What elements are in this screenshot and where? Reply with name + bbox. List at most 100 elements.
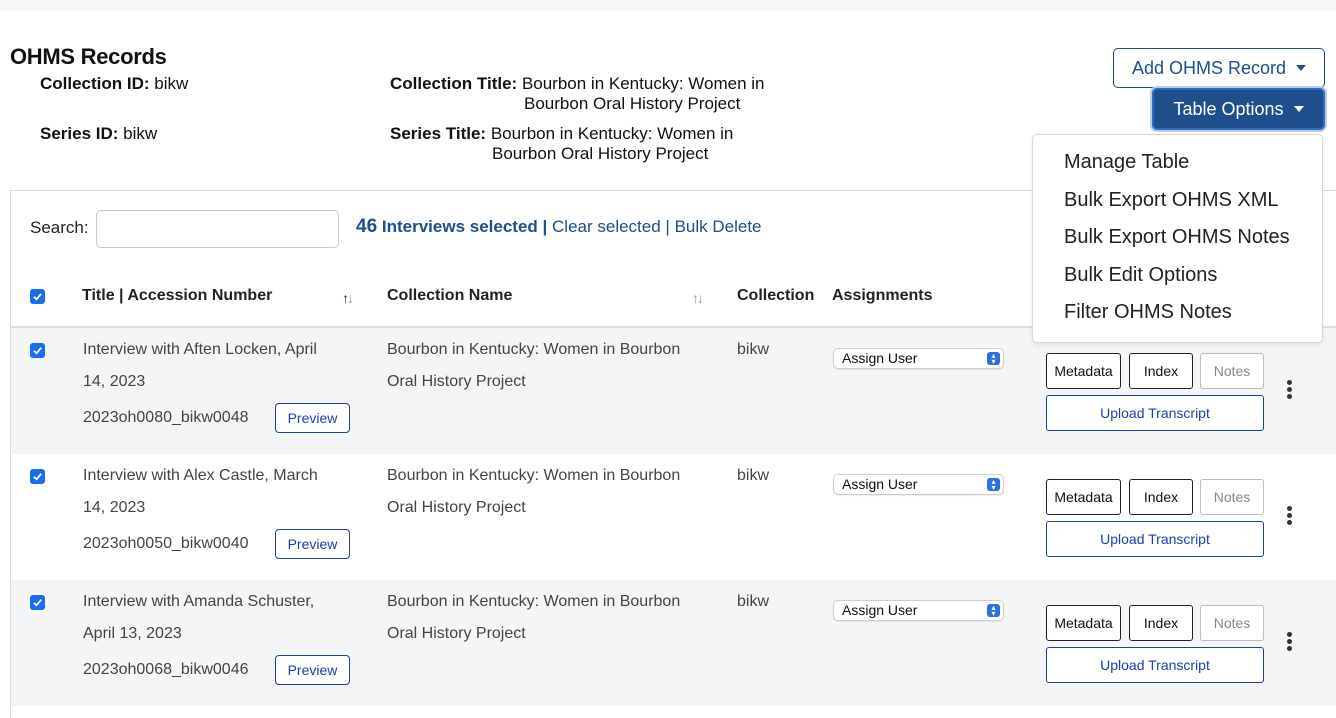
search-input[interactable] — [96, 210, 339, 248]
menu-item-bulk-edit-options[interactable]: Bulk Edit Options — [1033, 257, 1322, 295]
metadata-button[interactable]: Metadata — [1046, 479, 1121, 515]
notes-button[interactable]: Notes — [1200, 353, 1264, 389]
row-collection-name: Bourbon in Kentucky: Women in Bourbon Or… — [387, 334, 680, 398]
table-row: Interview with Alex Castle, March 14, 20… — [11, 454, 1336, 580]
sort-arrows-icon[interactable]: ↑↓ — [692, 290, 704, 306]
notes-button[interactable]: Notes — [1200, 605, 1264, 641]
row-collection-name-line2: Oral History Project — [387, 499, 526, 516]
row-accession: 2023oh0080_bikw0048 — [83, 409, 249, 426]
menu-item-bulk-export-notes[interactable]: Bulk Export OHMS Notes — [1033, 219, 1322, 257]
collection-title-label: Collection Title: — [390, 74, 518, 93]
row-title: Interview with Alex Castle, March 14, 20… — [83, 460, 348, 524]
upload-transcript-button[interactable]: Upload Transcript — [1046, 521, 1264, 557]
assign-user-value: Assign User — [842, 602, 918, 618]
series-title-label: Series Title: — [390, 124, 487, 143]
series-id-label: Series ID: — [40, 124, 119, 143]
search-label: Search: — [30, 218, 89, 237]
table-row: Interview with Amanda Schuster, April 13… — [11, 580, 1336, 706]
collection-id: Collection ID: bikw — [40, 74, 188, 94]
caret-down-icon — [1293, 106, 1304, 112]
select-arrows-icon: ▴ ▾ — [987, 604, 1000, 618]
column-header-collection[interactable]: Collection — [737, 287, 814, 305]
bulk-delete-link[interactable]: Bulk Delete — [675, 217, 762, 236]
row-checkbox[interactable] — [30, 595, 45, 610]
row-accession: 2023oh0050_bikw0040 — [83, 535, 249, 552]
kebab-menu-icon[interactable] — [1287, 380, 1293, 400]
clear-selected-link[interactable]: Clear selected — [552, 217, 661, 236]
check-icon — [33, 293, 42, 301]
row-collection-name: Bourbon in Kentucky: Women in Bourbon Or… — [387, 460, 680, 524]
column-header-collection-name[interactable]: Collection Name — [387, 287, 512, 305]
row-checkbox[interactable] — [30, 469, 45, 484]
collection-title-line2: Bourbon Oral History Project — [524, 94, 741, 113]
row-title-line2: April 13, 2023 — [83, 625, 182, 642]
page-title: OHMS Records — [10, 44, 167, 69]
selected-text: Interviews selected | — [381, 217, 548, 236]
row-collection-name-line2: Oral History Project — [387, 625, 526, 642]
selected-count: 46 — [356, 216, 378, 237]
kebab-menu-icon[interactable] — [1287, 506, 1293, 526]
row-collection-name-line1: Bourbon in Kentucky: Women in Bourbon — [387, 467, 681, 484]
series-title: Series Title: Bourbon in Kentucky: Women… — [390, 124, 733, 164]
series-title-line1: Bourbon in Kentucky: Women in — [490, 124, 734, 143]
sort-arrows-icon[interactable]: ↑↓ — [342, 290, 354, 306]
menu-item-manage-table[interactable]: Manage Table — [1033, 144, 1322, 182]
assign-user-select[interactable]: Assign User ▴ ▾ — [833, 600, 1004, 621]
row-collection-name-line1: Bourbon in Kentucky: Women in Bourbon — [387, 341, 681, 358]
row-checkbox[interactable] — [30, 343, 45, 358]
row-title-line1: Interview with Alex Castle, March — [83, 467, 318, 484]
separator: | — [665, 217, 670, 236]
column-header-title[interactable]: Title | Accession Number — [82, 287, 272, 305]
table-options-label: Table Options — [1173, 98, 1284, 119]
caret-down-icon — [1296, 65, 1307, 71]
row-title-line2: 14, 2023 — [83, 499, 146, 516]
row-title-line1: Interview with Amanda Schuster, — [83, 593, 315, 610]
upload-transcript-button[interactable]: Upload Transcript — [1046, 395, 1264, 431]
notes-button[interactable]: Notes — [1200, 479, 1264, 515]
preview-button[interactable]: Preview — [275, 529, 350, 559]
row-collection: bikw — [737, 593, 770, 610]
row-accession: 2023oh0068_bikw0046 — [83, 661, 249, 678]
top-strip — [0, 0, 1336, 11]
column-header-assignments[interactable]: Assignments — [832, 287, 932, 305]
table-row: Interview with Aften Locken, April 14, 2… — [11, 328, 1336, 454]
table-options-button[interactable]: Table Options — [1152, 88, 1325, 130]
index-button[interactable]: Index — [1129, 353, 1193, 389]
assign-user-select[interactable]: Assign User ▴ ▾ — [833, 348, 1004, 369]
assign-user-value: Assign User — [842, 476, 918, 492]
preview-button[interactable]: Preview — [275, 403, 350, 433]
metadata-button[interactable]: Metadata — [1046, 605, 1121, 641]
row-title: Interview with Aften Locken, April 14, 2… — [83, 334, 348, 398]
assign-user-value: Assign User — [842, 350, 918, 366]
menu-item-filter-notes[interactable]: Filter OHMS Notes — [1033, 294, 1322, 332]
select-all-checkbox[interactable] — [30, 289, 45, 304]
select-arrows-icon: ▴ ▾ — [987, 352, 1000, 366]
index-button[interactable]: Index — [1129, 605, 1193, 641]
check-icon — [33, 473, 42, 481]
row-collection: bikw — [737, 467, 770, 484]
menu-item-bulk-export-xml[interactable]: Bulk Export OHMS XML — [1033, 182, 1322, 220]
row-collection-name-line2: Oral History Project — [387, 373, 526, 390]
row-collection: bikw — [737, 341, 770, 358]
upload-transcript-button[interactable]: Upload Transcript — [1046, 647, 1264, 683]
index-button[interactable]: Index — [1129, 479, 1193, 515]
assign-user-select[interactable]: Assign User ▴ ▾ — [833, 474, 1004, 495]
collection-title: Collection Title: Bourbon in Kentucky: W… — [390, 74, 764, 114]
series-id-value: bikw — [123, 124, 158, 143]
series-title-line2: Bourbon Oral History Project — [492, 144, 709, 163]
table-options-menu: Manage Table Bulk Export OHMS XML Bulk E… — [1032, 134, 1323, 343]
row-collection-name: Bourbon in Kentucky: Women in Bourbon Or… — [387, 586, 680, 650]
collection-title-line1: Bourbon in Kentucky: Women in — [521, 74, 765, 93]
preview-button[interactable]: Preview — [275, 655, 350, 685]
collection-id-value: bikw — [154, 74, 189, 93]
add-ohms-record-label: Add OHMS Record — [1131, 57, 1287, 78]
select-arrows-icon: ▴ ▾ — [987, 478, 1000, 492]
selection-info: 46 Interviews selected | Clear selected … — [356, 216, 762, 238]
kebab-menu-icon[interactable] — [1287, 632, 1293, 652]
collection-id-label: Collection ID: — [40, 74, 150, 93]
metadata-button[interactable]: Metadata — [1046, 353, 1121, 389]
add-ohms-record-button[interactable]: Add OHMS Record — [1113, 48, 1325, 88]
row-title: Interview with Amanda Schuster, April 13… — [83, 586, 348, 650]
check-icon — [33, 347, 42, 355]
series-id: Series ID: bikw — [40, 124, 157, 144]
